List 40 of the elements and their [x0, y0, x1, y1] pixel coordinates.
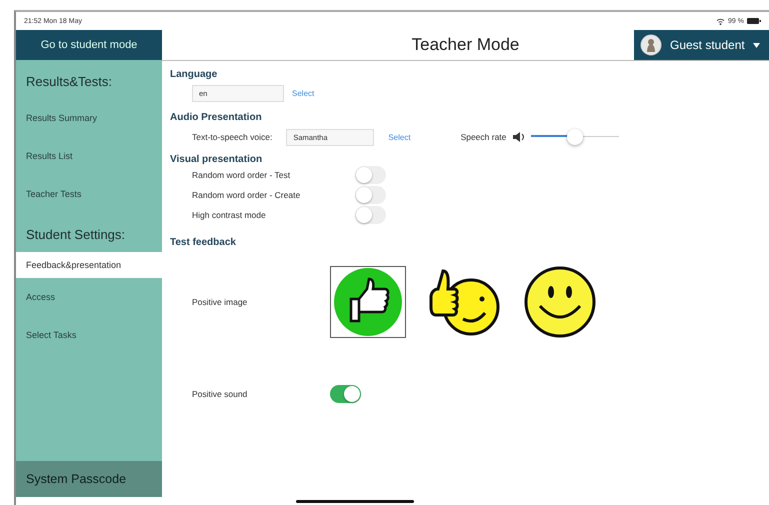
toggle-switch[interactable] — [330, 385, 361, 403]
sidebar-item[interactable]: Teacher Tests — [16, 175, 162, 213]
sidebar-item[interactable]: Feedback&presentation — [16, 252, 162, 278]
section-heading: Audio Presentation — [170, 112, 263, 123]
sidebar-item[interactable]: Select Tasks — [16, 316, 162, 354]
system-passcode-button[interactable]: System Passcode — [16, 461, 162, 497]
avatar-icon — [640, 34, 662, 56]
section-heading: Visual presentation — [170, 154, 264, 165]
section-heading: Test feedback — [170, 237, 237, 248]
toggle-label: Random word order - Create — [192, 190, 302, 200]
thumbs-up-smiley-icon — [427, 267, 501, 337]
thumbs-up-icon — [333, 267, 403, 337]
image-option[interactable] — [330, 266, 406, 338]
slider-thumb[interactable] — [566, 129, 583, 145]
sidebar-item[interactable]: Results Summary — [16, 99, 162, 137]
caret-icon — [752, 42, 760, 48]
positive-image-label: Positive image — [192, 297, 248, 307]
section-heading: Results&Tests: — [25, 73, 113, 91]
user-menu-button[interactable]: Guest student — [634, 30, 769, 60]
toggle-switch[interactable] — [355, 186, 386, 204]
page-title: Teacher Mode — [412, 35, 520, 55]
toggle-switch[interactable] — [355, 206, 386, 224]
toggle-label: Random word order - Test — [192, 170, 292, 180]
image-option[interactable] — [522, 266, 598, 338]
sidebar-item[interactable]: Results List — [16, 137, 162, 175]
speech-rate-label: Speech rate — [460, 132, 506, 142]
toggle-label: High contrast mode — [192, 210, 267, 220]
section-heading: Student Settings: — [25, 226, 126, 244]
select-link[interactable]: Select — [388, 132, 411, 142]
toggle-switch[interactable] — [355, 166, 386, 184]
positive-sound-label: Positive sound — [192, 389, 248, 399]
voice-label: Text-to-speech voice: — [192, 132, 272, 142]
smiley-icon — [524, 266, 596, 338]
wifi-icon — [716, 18, 726, 24]
speech-rate-slider[interactable] — [531, 128, 620, 146]
sidebar-item[interactable]: Access — [16, 278, 162, 316]
section-heading: Language — [170, 69, 218, 80]
student-mode-button[interactable]: Go to student mode — [16, 30, 162, 60]
battery-icon — [747, 18, 761, 24]
select-link[interactable]: Select — [292, 89, 314, 98]
